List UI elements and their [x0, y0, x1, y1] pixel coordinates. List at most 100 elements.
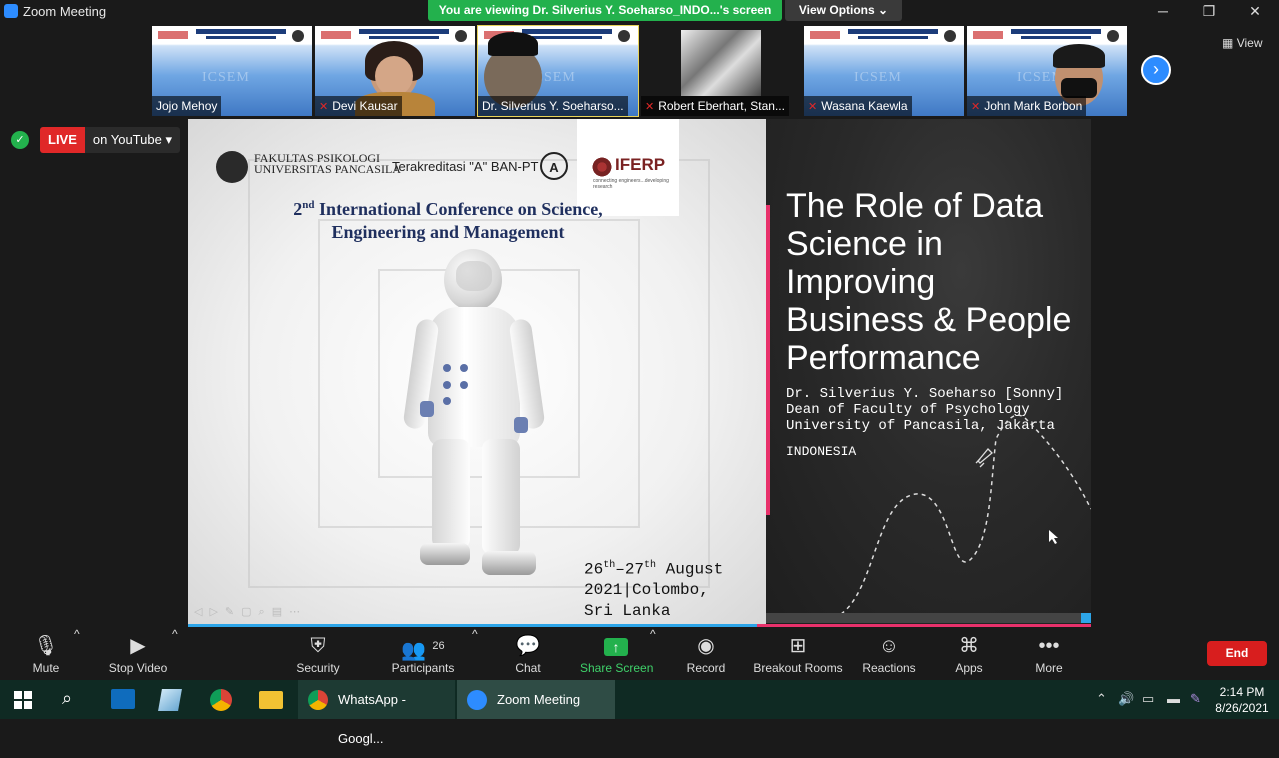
more-button[interactable]: ••• More [1028, 627, 1070, 680]
astronaut-leg [482, 439, 520, 555]
more-dots-icon: ••• [1038, 635, 1060, 657]
file-explorer-icon[interactable] [259, 691, 283, 709]
live-platform: on YouTube ▾ [84, 127, 180, 153]
minimize-button[interactable]: ─ [1140, 0, 1186, 22]
reactions-button[interactable]: ☺ Reactions [860, 627, 918, 680]
mic-muted-icon: ✕ [808, 101, 818, 113]
astronaut-leg [432, 439, 470, 549]
participants-options-caret[interactable]: ^ [472, 627, 478, 680]
apps-button[interactable]: ⌘ Apps [948, 627, 990, 680]
face-mask [1061, 78, 1097, 98]
taskbar-app-label: Zoom Meeting [497, 692, 581, 707]
slide-progress-bar [766, 613, 1091, 623]
participant-tile[interactable]: ✕ Robert Eberhart, Stan... [641, 26, 801, 116]
view-options-button[interactable]: View Options ⌄ [785, 0, 902, 21]
encryption-shield-icon[interactable]: ✓ [11, 131, 29, 149]
mute-button[interactable]: 🎙 Mute [20, 627, 72, 680]
share-options-caret[interactable]: ^ [650, 627, 656, 680]
chat-label: Chat [515, 661, 541, 675]
shared-slide-left: FAKULTAS PSIKOLOGI UNIVERSITAS PANCASILA … [188, 119, 766, 624]
slideshow-controls[interactable]: ◁▷✎▢⌕▤⋯ [194, 605, 307, 619]
close-button[interactable]: ✕ [1232, 0, 1278, 22]
participant-tile[interactable]: ICSEM Jojo Mehoy [152, 26, 312, 116]
notes-icon[interactable] [158, 689, 182, 711]
record-icon: ◉ [697, 635, 715, 657]
emoji-icon: ☺ [878, 635, 900, 657]
microphone-icon: 🎙 [33, 635, 59, 657]
participant-cap [488, 32, 538, 56]
battery-icon[interactable]: ▬ [1167, 691, 1180, 706]
participant-tile[interactable]: ✕ Devi Kausar [315, 26, 475, 116]
end-meeting-button[interactable]: End [1207, 641, 1267, 666]
security-button[interactable]: ⛨ Security [292, 627, 344, 680]
iferp-logo-icon [591, 156, 613, 178]
apps-label: Apps [955, 661, 983, 675]
network-icon[interactable]: ▭ [1142, 691, 1154, 707]
taskbar-app-whatsapp[interactable]: WhatsApp - Googl... [298, 680, 455, 746]
chrome-icon [308, 690, 328, 710]
security-label: Security [296, 661, 340, 675]
stop-video-button[interactable]: ▶ Stop Video [103, 627, 173, 680]
view-button[interactable]: ▦ View [1222, 36, 1262, 50]
search-icon[interactable]: ⌕ [62, 688, 72, 727]
chevron-down-icon: ⌄ [878, 3, 889, 17]
zoom-app-icon [4, 4, 18, 18]
participant-tile[interactable]: ICSEM ✕ Wasana Kaewla [804, 26, 964, 116]
accreditation-badge: A [540, 152, 568, 180]
astronaut-boot [420, 543, 470, 565]
volume-icon[interactable]: 🔊 [1118, 691, 1134, 707]
participants-icon: 👥 26 [401, 639, 445, 662]
iferp-logo: IFERP [615, 155, 666, 174]
participant-name: ✕ John Mark Borbon [967, 96, 1087, 116]
chat-bubble-icon: 💬 [515, 635, 541, 657]
participant-tile-active-speaker[interactable]: ICSEM Dr. Silverius Y. Soeharso... [477, 25, 639, 117]
rocket-icon [975, 448, 993, 468]
live-stream-indicator[interactable]: LIVE on YouTube ▾ [40, 127, 180, 153]
viewing-screen-banner: You are viewing Dr. Silverius Y. Soehars… [428, 0, 782, 21]
next-page-arrow-icon[interactable]: › [1141, 55, 1171, 85]
more-label: More [1035, 661, 1063, 675]
breakout-rooms-icon: ⊞ [789, 635, 807, 657]
video-options-caret[interactable]: ^ [172, 627, 178, 680]
breakout-rooms-label: Breakout Rooms [753, 661, 843, 675]
share-screen-icon: ↑ [580, 633, 652, 659]
participants-button[interactable]: 👥 26 Participants [388, 627, 458, 680]
participant-name: ✕ Wasana Kaewla [804, 96, 912, 116]
participant-name: ✕ Robert Eberhart, Stan... [641, 96, 789, 116]
windows-taskbar: ⌕ WhatsApp - Googl... Zoom Meeting [0, 680, 1279, 746]
apps-icon: ⌘ [959, 635, 979, 657]
audio-options-caret[interactable]: ^ [74, 627, 80, 680]
breakout-rooms-button[interactable]: ⊞ Breakout Rooms [752, 627, 844, 680]
shield-icon: ⛨ [310, 635, 326, 657]
system-clock[interactable]: 2:14 PM 8/26/2021 [1212, 684, 1272, 716]
maximize-button[interactable]: ❐ [1186, 0, 1232, 22]
mic-muted-icon: ✕ [645, 101, 655, 113]
view-label: View [1236, 36, 1263, 50]
pen-icon[interactable]: ✎ [1190, 691, 1201, 707]
chat-button[interactable]: 💬 Chat [508, 627, 548, 680]
chrome-icon[interactable] [210, 689, 232, 711]
view-options-label: View Options [798, 3, 875, 17]
mic-muted-icon: ✕ [971, 101, 981, 113]
mouse-cursor-icon [1049, 530, 1058, 544]
participant-tile[interactable]: ICSEM ✕ John Mark Borbon [967, 26, 1127, 116]
shared-slide-right: The Role of Data Science in Improving Bu… [766, 119, 1091, 624]
record-button[interactable]: ◉ Record [684, 627, 728, 680]
windows-start-icon[interactable] [14, 691, 32, 730]
participant-name: ✕ Devi Kausar [315, 96, 402, 116]
taskbar-app-zoom[interactable]: Zoom Meeting [457, 680, 615, 719]
share-screen-button[interactable]: ↑ Share Screen [580, 627, 653, 680]
participant-name: Dr. Silverius Y. Soeharso... [478, 96, 628, 116]
participant-avatar-image [681, 30, 761, 96]
participants-label: Participants [391, 661, 455, 675]
accreditation-text: Terakreditasi "A" BAN-PT [392, 159, 539, 174]
mute-label: Mute [32, 661, 60, 675]
tray-chevron-up-icon[interactable]: ⌃ [1096, 691, 1107, 707]
participant-name: Jojo Mehoy [152, 96, 222, 116]
clock-time: 2:14 PM [1219, 685, 1265, 699]
astronaut-body [428, 307, 520, 447]
mail-icon[interactable] [111, 689, 135, 709]
mic-muted-icon: ✕ [319, 101, 329, 113]
conference-title: 2nd International Conference on Science,… [293, 199, 603, 242]
window-title: Zoom Meeting [23, 4, 107, 19]
